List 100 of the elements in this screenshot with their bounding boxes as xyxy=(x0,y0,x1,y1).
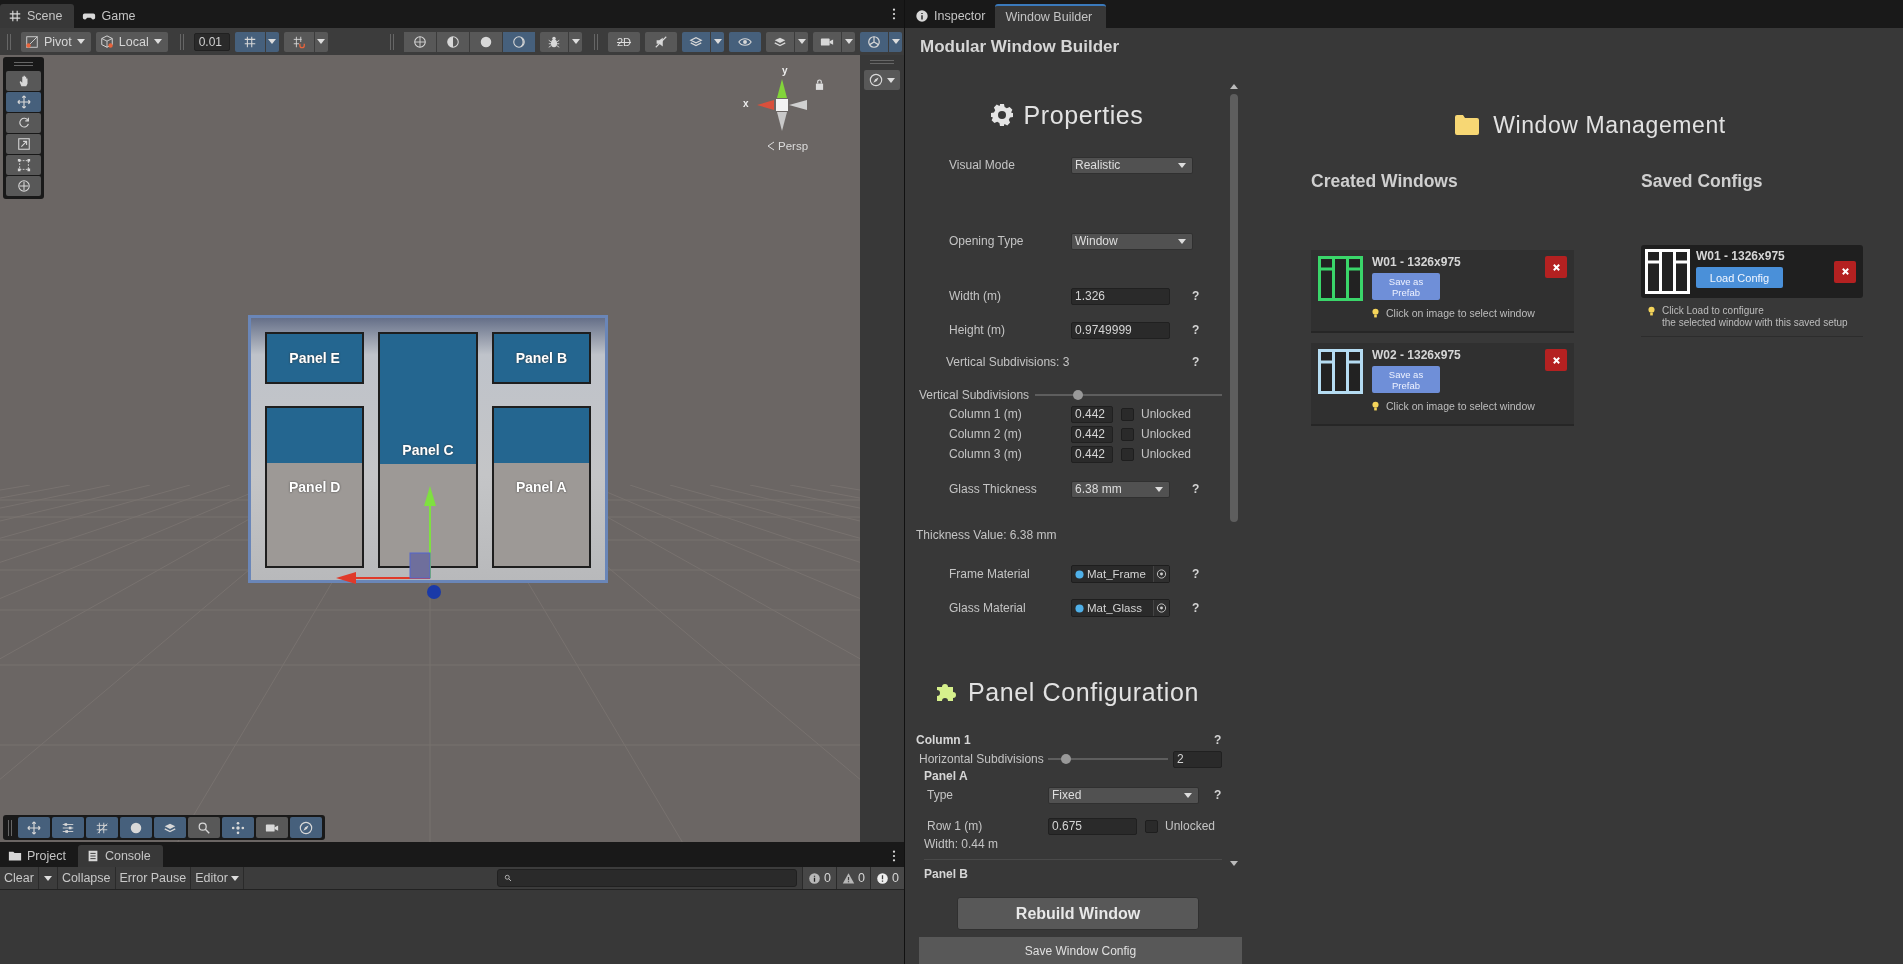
snap-toggle-button[interactable] xyxy=(234,31,265,52)
dropdown[interactable]: Realistic xyxy=(1071,156,1193,174)
checkbox[interactable] xyxy=(1121,447,1134,461)
scene-viewport[interactable]: y x Persp Panel E Panel D Panel C Panel B Panel A xyxy=(0,55,860,842)
slider-thumb[interactable] xyxy=(1073,390,1084,400)
dropdown[interactable]: Fixed xyxy=(1048,786,1199,804)
delete-button[interactable] xyxy=(1545,256,1567,278)
help-mark[interactable]: ? xyxy=(1192,323,1200,337)
panel-tab[interactable]: Window Builder xyxy=(995,4,1107,28)
log-count-toggle[interactable]: 0 xyxy=(802,867,836,889)
view-toggle-button[interactable]: 2D xyxy=(608,31,640,52)
window-thumbnail[interactable] xyxy=(1318,256,1363,301)
dropdown-arrow-button[interactable] xyxy=(842,31,855,52)
slider-thumb[interactable] xyxy=(1060,754,1071,764)
number-field[interactable]: 1.326 xyxy=(1071,287,1170,305)
drag-handle-icon[interactable] xyxy=(594,33,598,50)
drag-handle-icon[interactable] xyxy=(14,62,33,66)
help-mark[interactable]: ? xyxy=(1214,733,1222,747)
number-field[interactable]: 0.675 xyxy=(1048,817,1137,835)
overlay-tool-button[interactable] xyxy=(290,817,322,838)
target-icon[interactable] xyxy=(1153,600,1169,616)
window-panel[interactable]: Panel C xyxy=(378,332,478,568)
panel-tab[interactable]: Console xyxy=(77,845,163,867)
dropdown-arrow-button[interactable] xyxy=(889,31,902,52)
scroll-up-icon[interactable] xyxy=(1230,84,1238,89)
tool-button[interactable] xyxy=(6,176,41,196)
panel-tab[interactable]: Scene xyxy=(0,4,75,28)
help-mark[interactable]: ? xyxy=(1192,289,1200,303)
target-icon[interactable] xyxy=(1153,566,1169,582)
drag-handle-icon[interactable] xyxy=(390,33,394,50)
dropdown-arrow-button[interactable] xyxy=(314,31,328,52)
overlay-tool-button[interactable] xyxy=(256,817,288,838)
object-field[interactable]: Mat_Glass xyxy=(1071,599,1170,617)
help-mark[interactable]: ? xyxy=(1192,355,1200,369)
tool-button[interactable] xyxy=(6,134,41,154)
view-toggle-button[interactable] xyxy=(729,31,761,52)
window-thumbnail[interactable] xyxy=(1318,349,1363,394)
delete-button[interactable] xyxy=(1834,260,1856,283)
compass-dropdown[interactable] xyxy=(864,70,900,90)
overlay-tool-button[interactable] xyxy=(86,817,118,838)
shading-mode-button[interactable] xyxy=(470,31,502,52)
dropdown-arrow-button[interactable] xyxy=(265,31,279,52)
snap-value-field[interactable]: 0.01 xyxy=(193,32,230,51)
overlay-tool-button[interactable] xyxy=(18,817,50,838)
overlay-tool-button[interactable] xyxy=(188,817,220,838)
dropdown[interactable]: Window xyxy=(1071,232,1193,250)
overlay-tool-button[interactable] xyxy=(222,817,254,838)
drag-handle-icon[interactable] xyxy=(179,33,184,50)
search-field[interactable] xyxy=(497,869,797,887)
view-toggle-button[interactable] xyxy=(540,31,568,52)
view-toggle-button[interactable] xyxy=(682,31,710,52)
drag-handle-icon[interactable] xyxy=(870,60,894,64)
space-dropdown[interactable]: Local xyxy=(95,31,168,52)
projection-toggle[interactable]: Persp xyxy=(767,140,809,152)
lock-icon[interactable] xyxy=(815,79,824,90)
log-count-toggle[interactable]: 0 xyxy=(870,867,904,889)
number-field[interactable]: 0.9749999 xyxy=(1071,321,1170,339)
view-toggle-button[interactable] xyxy=(813,31,841,52)
drag-handle-icon[interactable] xyxy=(7,33,11,50)
action-button[interactable]: Save Window Config xyxy=(919,937,1242,964)
tool-button[interactable] xyxy=(6,113,41,133)
overlay-tool-button[interactable] xyxy=(52,817,84,838)
view-toggle-button[interactable] xyxy=(645,31,677,52)
shading-mode-button[interactable] xyxy=(404,31,436,52)
number-field[interactable]: 2 xyxy=(1173,750,1222,768)
view-toggle-button[interactable] xyxy=(860,31,888,52)
object-field[interactable]: Mat_Frame xyxy=(1071,565,1170,583)
drag-handle-icon[interactable] xyxy=(8,819,12,836)
window-model[interactable]: Panel E Panel D Panel C Panel B Panel A xyxy=(248,315,608,583)
help-mark[interactable]: ? xyxy=(1192,567,1200,581)
view-toggle-button[interactable] xyxy=(766,31,794,52)
checkbox[interactable] xyxy=(1121,427,1134,441)
log-count-toggle[interactable]: 0 xyxy=(836,867,870,889)
tool-button[interactable] xyxy=(6,92,41,112)
delete-button[interactable] xyxy=(1545,349,1567,371)
overlay-tool-button[interactable] xyxy=(120,817,152,838)
more-options-icon[interactable] xyxy=(892,850,896,862)
checkbox[interactable] xyxy=(1145,819,1158,833)
tool-button[interactable] xyxy=(6,155,41,175)
scroll-down-icon[interactable] xyxy=(1230,861,1238,866)
pivot-dropdown[interactable]: Pivot xyxy=(21,31,91,52)
help-mark[interactable]: ? xyxy=(1192,601,1200,615)
help-mark[interactable]: ? xyxy=(1192,482,1200,496)
help-mark[interactable]: ? xyxy=(1214,788,1222,802)
tool-button[interactable] xyxy=(6,71,41,91)
number-field[interactable]: 0.442 xyxy=(1071,425,1113,443)
number-field[interactable]: 0.442 xyxy=(1071,405,1113,423)
more-options-icon[interactable] xyxy=(892,8,896,20)
dropdown-arrow-button[interactable] xyxy=(569,31,582,52)
dropdown-arrow-button[interactable] xyxy=(711,31,724,52)
dropdown-arrow-button[interactable] xyxy=(795,31,808,52)
snap-toggle-button[interactable] xyxy=(283,31,314,52)
number-field[interactable]: 0.442 xyxy=(1071,445,1113,463)
overlay-tool-button[interactable] xyxy=(154,817,186,838)
shading-mode-button[interactable] xyxy=(437,31,469,52)
window-panel[interactable]: Panel E xyxy=(265,332,365,384)
shading-mode-button[interactable] xyxy=(503,31,535,52)
dropdown[interactable]: 6.38 mm xyxy=(1071,480,1170,498)
window-panel[interactable]: Panel B xyxy=(491,332,591,384)
action-button[interactable]: Rebuild Window xyxy=(957,897,1199,930)
